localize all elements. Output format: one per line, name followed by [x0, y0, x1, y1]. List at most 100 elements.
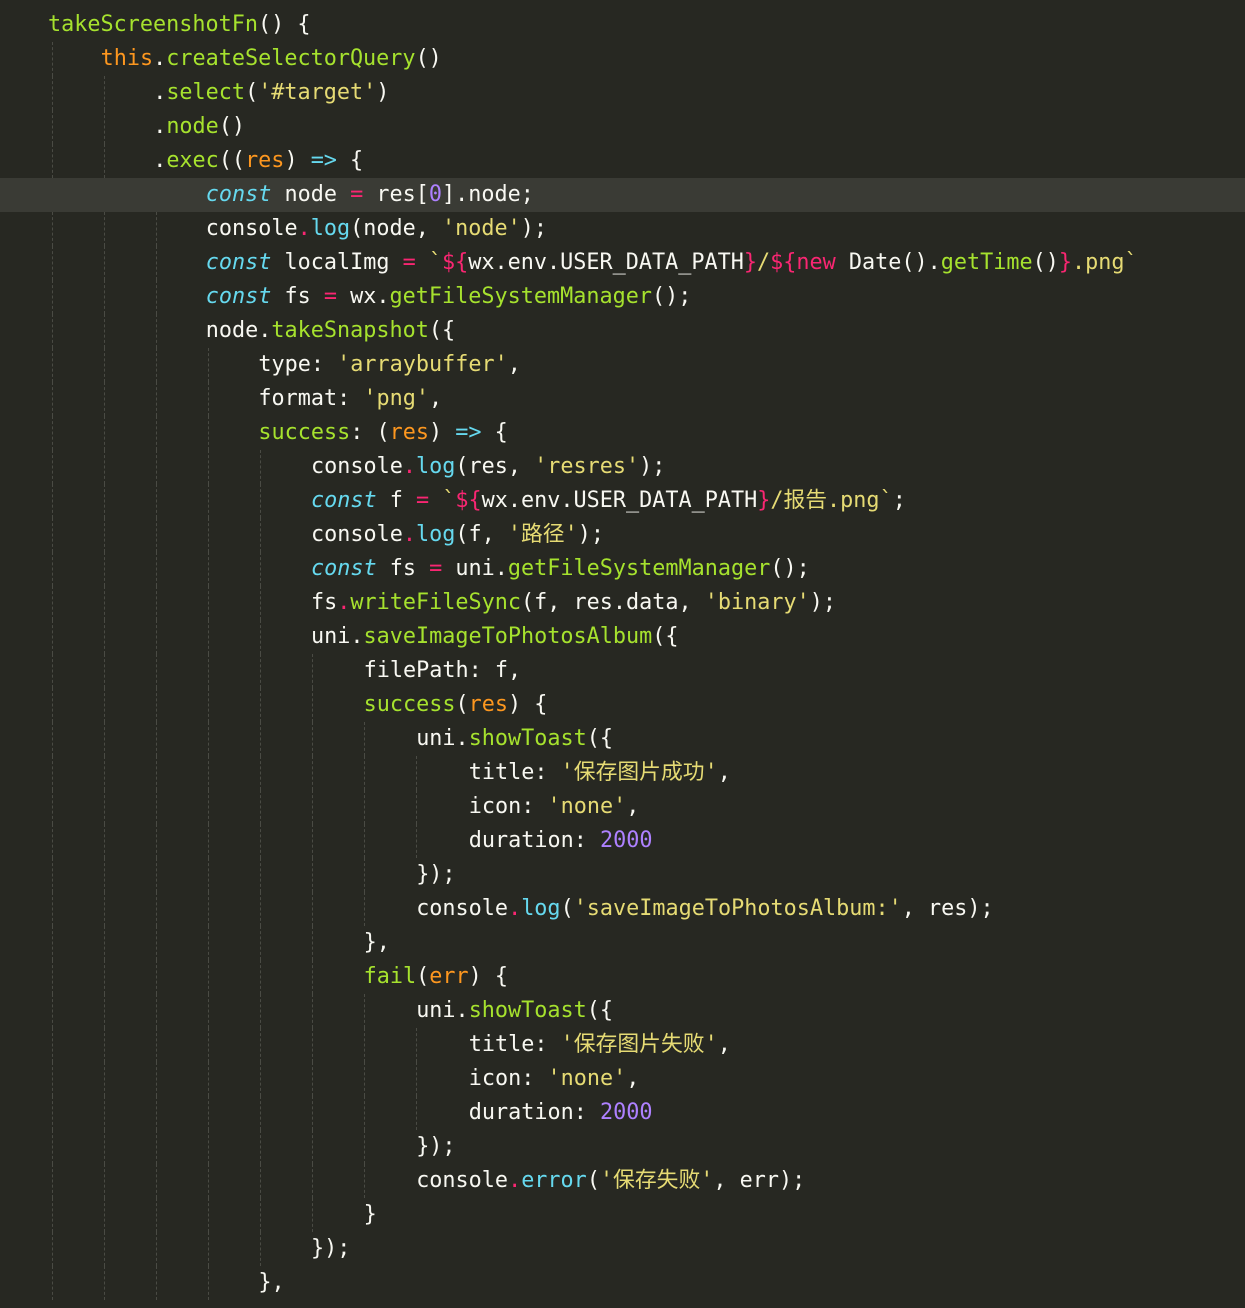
code-line[interactable]: title: '保存图片失败', [0, 1028, 1245, 1062]
indent-guide [52, 994, 53, 1028]
indent-guide [52, 620, 53, 654]
code-token: ` [415, 250, 443, 275]
indent-guide [260, 518, 261, 552]
code-line[interactable]: node.takeSnapshot({ [0, 314, 1245, 348]
code-line[interactable]: const fs = uni.getFileSystemManager(); [0, 552, 1245, 586]
code-text: success(res) { [364, 688, 548, 722]
code-token: exec [166, 148, 219, 173]
indent-guide [156, 824, 157, 858]
code-token: ); [639, 454, 666, 479]
code-line[interactable]: }); [0, 1130, 1245, 1164]
code-line[interactable]: title: '保存图片成功', [0, 756, 1245, 790]
indent-guide [104, 76, 105, 110]
indent-guide [104, 416, 105, 450]
code-token: f [376, 488, 416, 513]
indent-guide [260, 1164, 261, 1198]
code-token: ) [429, 420, 456, 445]
code-line[interactable]: const node = res[0].node; [0, 178, 1245, 212]
code-line[interactable]: console.log(f, '路径'); [0, 518, 1245, 552]
code-token: '保存图片失败' [560, 1032, 718, 1057]
code-line[interactable]: .node() [0, 110, 1245, 144]
code-line[interactable]: uni.showToast({ [0, 722, 1245, 756]
indent-guide [364, 892, 365, 926]
code-line[interactable]: }); [0, 858, 1245, 892]
code-token: , [429, 386, 443, 411]
code-line[interactable]: const fs = wx.getFileSystemManager(); [0, 280, 1245, 314]
code-text: title: '保存图片失败', [469, 1028, 731, 1062]
code-line[interactable]: console.log('saveImageToPhotosAlbum:', r… [0, 892, 1245, 926]
code-line[interactable]: }); [0, 1232, 1245, 1266]
code-line[interactable]: }, [0, 1266, 1245, 1300]
indent-guide [260, 756, 261, 790]
indent-guide [312, 1164, 313, 1198]
code-line[interactable]: success(res) { [0, 688, 1245, 722]
indent-guide [364, 824, 365, 858]
code-line[interactable]: const f = `${wx.env.USER_DATA_PATH}/报告.p… [0, 484, 1245, 518]
code-token: ( [560, 896, 574, 921]
code-line[interactable]: } [0, 1198, 1245, 1232]
indent-guide [156, 1198, 157, 1232]
code-line[interactable]: const localImg = `${wx.env.USER_DATA_PAT… [0, 246, 1245, 280]
code-token: } [757, 488, 771, 513]
indent-guide [104, 586, 105, 620]
code-line[interactable]: }, [0, 926, 1245, 960]
code-line[interactable]: fs.writeFileSync(f, res.data, 'binary'); [0, 586, 1245, 620]
code-line[interactable]: success: (res) => { [0, 416, 1245, 450]
indent-guide [260, 1130, 261, 1164]
code-line[interactable]: fail(err) { [0, 960, 1245, 994]
code-line[interactable]: icon: 'none', [0, 1062, 1245, 1096]
indent-guide [104, 1164, 105, 1198]
indent-guide [312, 892, 313, 926]
code-token: 'none' [547, 1066, 627, 1091]
indent-guide [208, 450, 209, 484]
indent-guide [52, 76, 53, 110]
code-line[interactable]: console.log(res, 'resres'); [0, 450, 1245, 484]
code-editor[interactable]: takeScreenshotFn() {this.createSelectorQ… [0, 0, 1245, 1308]
code-token: '保存失败' [599, 1168, 714, 1193]
indent-guide [260, 1096, 261, 1130]
indent-guide [208, 1062, 209, 1096]
code-token: this [100, 46, 154, 71]
indent-guide [104, 518, 105, 552]
code-token: ({ [586, 998, 614, 1023]
code-line[interactable]: duration: 2000 [0, 824, 1245, 858]
code-line[interactable]: console.error('保存失败', err); [0, 1164, 1245, 1198]
code-line[interactable]: duration: 2000 [0, 1096, 1245, 1130]
code-text: }); [416, 1130, 455, 1164]
indent-guide [104, 1130, 105, 1164]
code-token: . [153, 148, 167, 173]
code-token: ); [577, 522, 604, 547]
indent-guide [208, 518, 209, 552]
code-line[interactable]: .select('#target') [0, 76, 1245, 110]
code-line[interactable]: this.createSelectorQuery() [0, 42, 1245, 76]
indent-guide [52, 654, 53, 688]
indent-guide [104, 246, 105, 280]
indent-guide [52, 1266, 53, 1300]
indent-guide [104, 484, 105, 518]
code-line[interactable]: uni.saveImageToPhotosAlbum({ [0, 620, 1245, 654]
code-line[interactable]: console.log(node, 'node'); [0, 212, 1245, 246]
code-token: node [271, 182, 351, 207]
indent-guide [156, 382, 157, 416]
indent-guide [312, 654, 313, 688]
code-line[interactable]: filePath: f, [0, 654, 1245, 688]
code-token: , [717, 1032, 731, 1057]
code-line[interactable]: type: 'arraybuffer', [0, 348, 1245, 382]
indent-guide [208, 1028, 209, 1062]
indent-guide [312, 688, 313, 722]
indent-guide [260, 824, 261, 858]
code-text: const node = res[0].node; [206, 178, 534, 212]
code-line[interactable]: format: 'png', [0, 382, 1245, 416]
code-line[interactable]: .exec((res) => { [0, 144, 1245, 178]
code-line[interactable]: takeScreenshotFn() { [0, 8, 1245, 42]
indent-guide [364, 858, 365, 892]
code-line[interactable]: icon: 'none', [0, 790, 1245, 824]
code-token: getFileSystemManager [507, 556, 771, 581]
code-token: => [455, 420, 482, 445]
code-token: ; [892, 488, 906, 513]
indent-guide [52, 824, 53, 858]
code-line[interactable]: uni.showToast({ [0, 994, 1245, 1028]
code-token: ); [520, 216, 548, 241]
code-token: ({ [586, 726, 614, 751]
code-token: console [416, 896, 509, 921]
